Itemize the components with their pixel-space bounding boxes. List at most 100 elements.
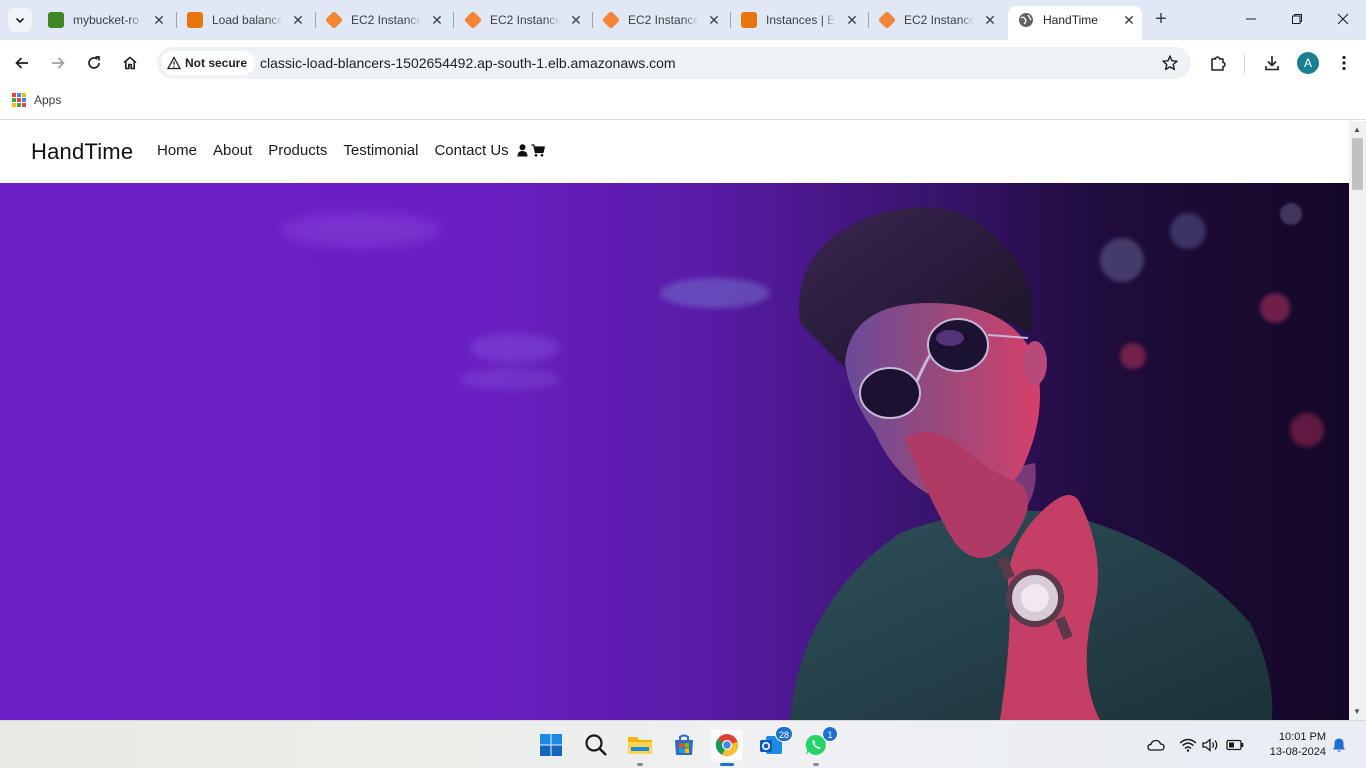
site-brand[interactable]: HandTime	[31, 139, 133, 165]
notification-bell-icon[interactable]	[1330, 735, 1348, 755]
folder-icon	[628, 737, 652, 754]
tab-separator	[453, 12, 454, 28]
notification-badge: 1	[822, 726, 838, 742]
forward-button[interactable]	[46, 51, 70, 75]
reload-button[interactable]	[82, 51, 106, 75]
hero-model-image	[790, 207, 1273, 720]
wifi-icon[interactable]	[1178, 735, 1198, 755]
warning-icon	[167, 56, 181, 70]
tab-title: EC2 Instance	[351, 13, 421, 27]
download-icon	[1265, 56, 1279, 71]
tab-search-button[interactable]	[8, 8, 32, 32]
arrow-left-icon	[15, 57, 28, 69]
browser-toolbar: Not secure classic-load-blancers-1502654…	[0, 40, 1366, 86]
nav-about[interactable]: About	[213, 142, 252, 159]
home-button[interactable]	[118, 51, 142, 75]
nav-products[interactable]: Products	[268, 142, 327, 159]
profile-avatar[interactable]: A	[1297, 52, 1319, 74]
tab-title: EC2 Instance	[904, 13, 974, 27]
windows-icon	[540, 734, 562, 756]
close-window-button[interactable]	[1331, 8, 1355, 32]
tab-title: EC2 Instance	[490, 13, 560, 27]
back-button[interactable]	[10, 51, 34, 75]
page-scrollbar[interactable]: ▲ ▼	[1349, 121, 1366, 720]
security-label: Not secure	[185, 56, 248, 70]
aws-console-icon	[741, 12, 757, 28]
battery-icon[interactable]	[1225, 735, 1245, 755]
close-icon	[1337, 13, 1349, 25]
new-tab-button[interactable]: +	[1150, 9, 1172, 31]
tab-title: EC2 Instance	[628, 13, 698, 27]
url-text[interactable]: classic-load-blancers-1502654492.ap-sout…	[260, 55, 676, 71]
page-viewport: HandTime Home About Products Testimonial…	[0, 121, 1349, 720]
user-icon[interactable]	[517, 144, 528, 157]
windows-taskbar: 28 1 10:01 PM 13-08-2024	[0, 720, 1366, 768]
arrow-right-icon	[52, 57, 65, 69]
close-icon[interactable]: ✕	[1121, 12, 1137, 29]
restore-icon	[1292, 14, 1302, 24]
tab-title: mybucket-ro	[73, 13, 140, 27]
extensions-button[interactable]	[1206, 51, 1230, 75]
tab-strip: mybucket-ro ✕ Load balance ✕ EC2 Instanc…	[0, 0, 1366, 40]
scroll-down-icon[interactable]: ▼	[1353, 707, 1361, 716]
chevron-down-icon	[15, 17, 25, 24]
whatsapp-button[interactable]: 1	[800, 726, 838, 766]
s3-bucket-icon	[48, 12, 64, 28]
scroll-up-icon[interactable]: ▲	[1353, 125, 1361, 134]
tab-ec2-instance-1[interactable]: EC2 Instance ✕	[316, 7, 445, 33]
site-nav-links: Home About Products Testimonial Contact …	[157, 142, 548, 159]
apps-label: Apps	[34, 93, 62, 107]
volume-icon[interactable]	[1201, 735, 1221, 755]
address-bar[interactable]: Not secure classic-load-blancers-1502654…	[157, 47, 1191, 79]
close-icon[interactable]: ✕	[151, 12, 167, 29]
store-icon	[675, 734, 693, 755]
tab-instances[interactable]: Instances | E ✕	[731, 7, 860, 33]
minimize-button[interactable]	[1239, 8, 1263, 32]
tab-ec2-instance-3[interactable]: EC2 Instance ✕	[593, 7, 722, 33]
nav-home[interactable]: Home	[157, 142, 197, 159]
store-button[interactable]	[668, 729, 700, 761]
close-icon[interactable]: ✕	[290, 12, 306, 29]
taskbar-search-button[interactable]	[580, 729, 612, 761]
tab-handtime[interactable]: HandTime ✕	[1008, 6, 1142, 40]
outlook-button[interactable]: 28	[755, 726, 793, 761]
star-icon	[1162, 55, 1178, 71]
ec2-cube-icon	[324, 10, 344, 30]
tab-load-balancer[interactable]: Load balance ✕	[177, 7, 306, 33]
reload-icon	[88, 56, 100, 69]
nav-contact-us[interactable]: Contact Us	[434, 142, 508, 159]
clock-time: 10:01 PM	[1278, 731, 1326, 743]
system-clock[interactable]: 10:01 PM 13-08-2024	[1256, 730, 1326, 760]
ec2-cube-icon	[463, 10, 483, 30]
puzzle-icon	[1211, 56, 1226, 71]
globe-icon	[1018, 12, 1034, 28]
apps-shortcut[interactable]: Apps	[12, 93, 61, 107]
cart-icon[interactable]	[531, 144, 545, 157]
browser-menu-button[interactable]	[1332, 51, 1356, 75]
scrollbar-thumb[interactable]	[1352, 138, 1363, 190]
file-explorer-button[interactable]	[624, 729, 656, 766]
close-icon[interactable]: ✕	[568, 12, 584, 29]
chrome-taskbar-button[interactable]	[711, 729, 743, 766]
onedrive-icon[interactable]	[1146, 735, 1166, 755]
home-icon	[123, 56, 137, 70]
nav-testimonial[interactable]: Testimonial	[343, 142, 418, 159]
tab-mybucket[interactable]: mybucket-ro ✕	[38, 7, 167, 33]
close-icon[interactable]: ✕	[844, 12, 860, 29]
downloads-button[interactable]	[1260, 51, 1284, 75]
tab-title: Load balance	[212, 13, 282, 27]
close-icon[interactable]: ✕	[429, 12, 445, 29]
close-icon[interactable]: ✕	[982, 12, 998, 29]
restore-button[interactable]	[1285, 8, 1309, 32]
running-indicator	[813, 763, 819, 766]
notification-badge: 28	[774, 726, 793, 742]
start-button[interactable]	[535, 729, 567, 761]
site-info-button[interactable]: Not secure	[161, 51, 256, 75]
tab-title: Instances | E	[766, 13, 836, 27]
apps-grid-icon	[12, 93, 26, 107]
close-icon[interactable]: ✕	[706, 12, 722, 29]
bookmark-star-button[interactable]	[1161, 54, 1179, 77]
chrome-icon	[715, 734, 738, 756]
tab-ec2-instance-2[interactable]: EC2 Instance ✕	[455, 7, 584, 33]
tab-ec2-instance-4[interactable]: EC2 Instance ✕	[869, 7, 998, 33]
